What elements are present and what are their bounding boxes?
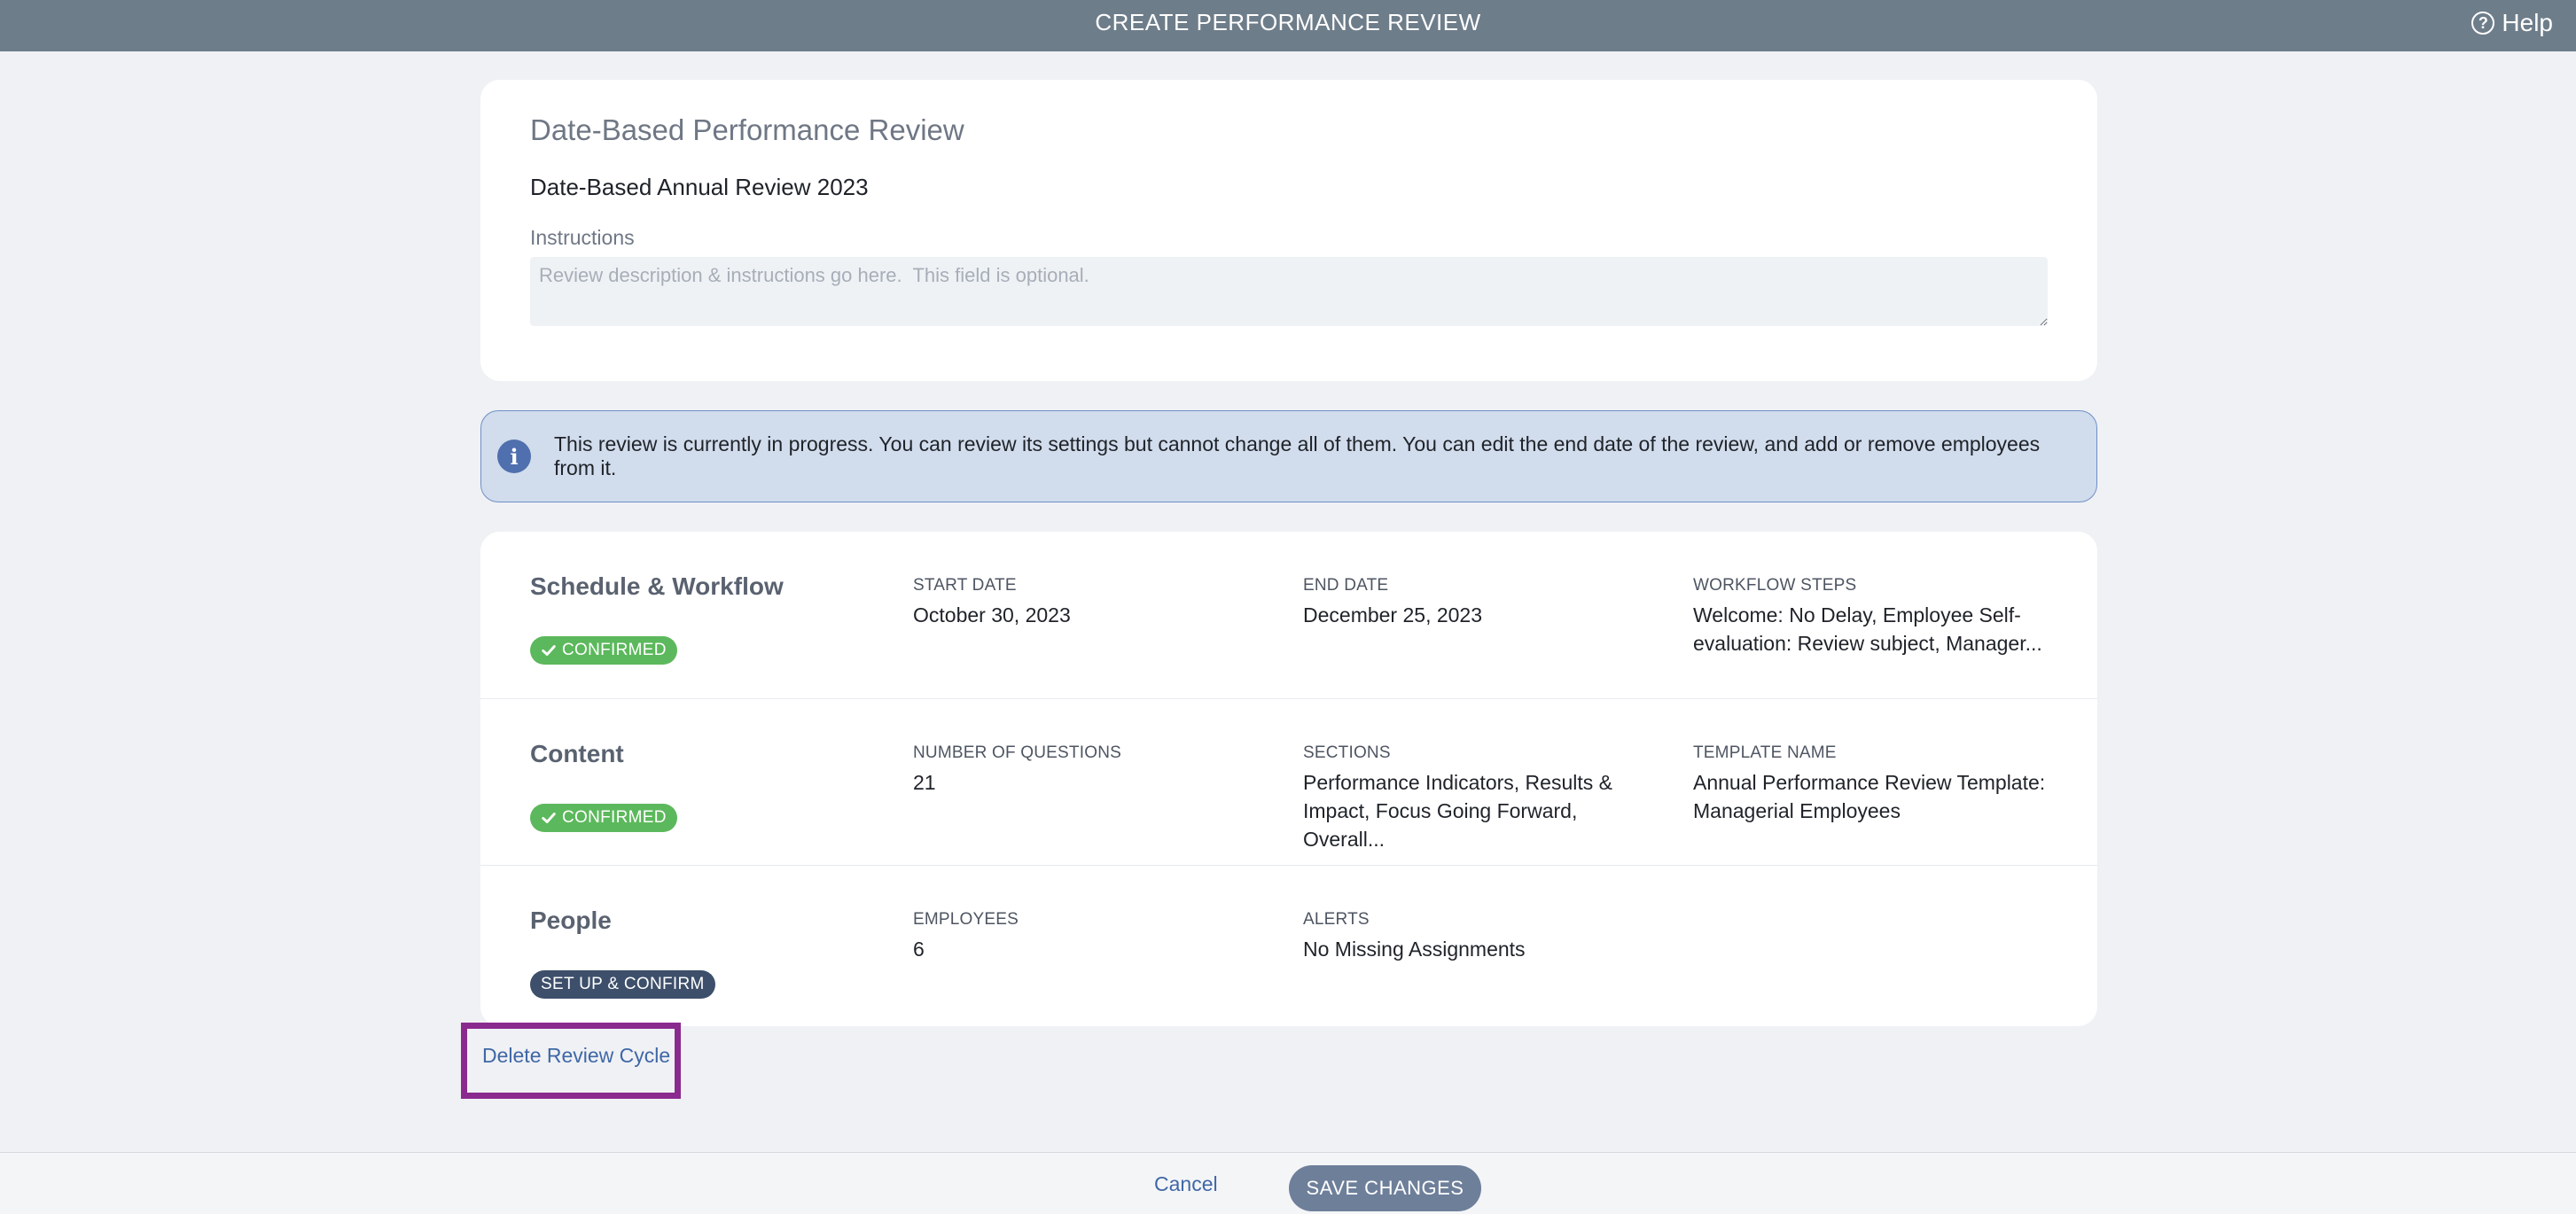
field-value: No Missing Assignments bbox=[1303, 938, 1526, 961]
workflow-steps-field: WORKFLOW STEPS Welcome: No Delay, Employ… bbox=[1693, 576, 2057, 658]
instructions-textarea[interactable] bbox=[530, 257, 2048, 326]
in-progress-info-banner: i This review is currently in progress. … bbox=[480, 410, 2097, 502]
field-label: START DATE bbox=[913, 576, 1017, 595]
section-title: People bbox=[530, 907, 612, 934]
review-type-title: Date-Based Performance Review bbox=[530, 113, 964, 146]
employees-field: EMPLOYEES 6 bbox=[913, 910, 1268, 963]
check-icon bbox=[542, 645, 556, 656]
top-bar: CREATE PERFORMANCE REVIEW ? Help bbox=[0, 0, 2576, 51]
field-label: NUMBER OF QUESTIONS bbox=[913, 743, 1121, 762]
review-name: Date-Based Annual Review 2023 bbox=[530, 174, 869, 200]
end-date-field: END DATE December 25, 2023 bbox=[1303, 576, 1658, 629]
content-section[interactable]: Content CONFIRMED NUMBER OF QUESTIONS 21… bbox=[480, 698, 2097, 865]
status-badge: CONFIRMED bbox=[530, 636, 677, 665]
footer-bar: Cancel SAVE CHANGES bbox=[0, 1152, 2576, 1214]
badge-label: CONFIRMED bbox=[562, 808, 667, 827]
help-label: Help bbox=[2502, 9, 2553, 36]
status-badge: SET UP & CONFIRM bbox=[530, 970, 715, 999]
info-icon: i bbox=[497, 440, 531, 473]
question-circle-icon: ? bbox=[2471, 12, 2495, 35]
field-label: SECTIONS bbox=[1303, 743, 1391, 762]
help-button[interactable]: ? Help bbox=[2471, 0, 2553, 46]
number-of-questions-field: NUMBER OF QUESTIONS 21 bbox=[913, 743, 1268, 797]
badge-label: CONFIRMED bbox=[562, 641, 667, 659]
field-label: ALERTS bbox=[1303, 910, 1370, 929]
schedule-workflow-section[interactable]: Schedule & Workflow CONFIRMED START DATE… bbox=[480, 532, 2097, 698]
start-date-field: START DATE October 30, 2023 bbox=[913, 576, 1268, 629]
field-label: TEMPLATE NAME bbox=[1693, 743, 1837, 762]
field-label: END DATE bbox=[1303, 576, 1389, 595]
check-icon bbox=[542, 813, 556, 823]
people-section[interactable]: People SET UP & CONFIRM EMPLOYEES 6 ALER… bbox=[480, 865, 2097, 1026]
save-changes-button[interactable]: SAVE CHANGES bbox=[1289, 1165, 1481, 1211]
page-title: CREATE PERFORMANCE REVIEW bbox=[1095, 9, 1481, 35]
field-value: October 30, 2023 bbox=[913, 603, 1071, 626]
field-value: 21 bbox=[913, 771, 936, 794]
field-value: Welcome: No Delay, Employee Self-evaluat… bbox=[1693, 603, 2042, 655]
field-value: December 25, 2023 bbox=[1303, 603, 1483, 626]
section-title: Schedule & Workflow bbox=[530, 572, 784, 600]
review-details-card: Date-Based Performance Review Date-Based… bbox=[480, 80, 2097, 381]
status-badge: CONFIRMED bbox=[530, 804, 677, 832]
delete-review-cycle-link[interactable]: Delete Review Cycle bbox=[482, 1044, 670, 1068]
alerts-field: ALERTS No Missing Assignments bbox=[1303, 910, 1658, 963]
instructions-label: Instructions bbox=[530, 226, 635, 249]
sections-field: SECTIONS Performance Indicators, Results… bbox=[1303, 743, 1658, 853]
field-label: EMPLOYEES bbox=[913, 910, 1019, 929]
field-label: WORKFLOW STEPS bbox=[1693, 576, 1857, 595]
badge-label: SET UP & CONFIRM bbox=[541, 975, 705, 993]
template-name-field: TEMPLATE NAME Annual Performance Review … bbox=[1693, 743, 2057, 825]
cancel-button[interactable]: Cancel bbox=[1154, 1172, 1218, 1196]
field-value: 6 bbox=[913, 938, 925, 961]
field-value: Annual Performance Review Template: Mana… bbox=[1693, 771, 2046, 822]
section-title: Content bbox=[530, 740, 624, 767]
review-sections-card: Schedule & Workflow CONFIRMED START DATE… bbox=[480, 532, 2097, 1026]
field-value: Performance Indicators, Results & Impact… bbox=[1303, 771, 1612, 851]
banner-text: This review is currently in progress. Yo… bbox=[554, 432, 2041, 479]
